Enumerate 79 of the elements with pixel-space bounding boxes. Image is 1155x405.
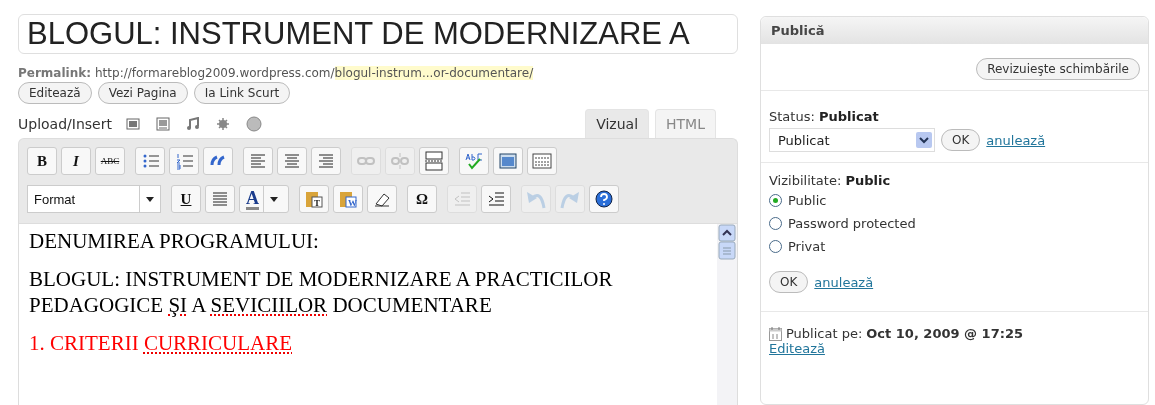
review-changes-button[interactable]: Revizuieşte schimbările [976,58,1140,80]
title-field[interactable]: BLOGUL: INSTRUMENT DE MODERNIZARE A [18,14,738,54]
permalink-button[interactable]: Ia Link Scurt [193,82,291,104]
radio-label[interactable]: Public [788,190,827,211]
align-right-icon [316,151,336,171]
page-break-button[interactable] [419,147,449,175]
star-burst-icon[interactable] [215,117,230,131]
format-button[interactable]: I [61,147,91,175]
radio-button[interactable] [769,217,782,230]
content-paragraph: DENUMIREA PROGRAMULUI: [29,228,320,254]
text-color-button[interactable]: A [239,185,289,213]
numbered-list-icon [174,151,194,171]
edit-date-link[interactable]: Editează [769,341,825,356]
cancel-link[interactable]: anulează [986,132,1046,148]
upload-insert-label: Upload/Insert [18,116,112,134]
content-paragraph: BLOGUL: INSTRUMENT DE MODERNIZARE A PRACTICILOR PEDAGOGICE ŞI A SEVICIILOR DOCUMENTARE [29,266,614,318]
align-center-icon [282,151,302,171]
calendar-icon [769,326,782,341]
content-paragraph: 1. CRITERII CURRICULARE [29,330,294,356]
published-label: Publicat pe: [786,326,863,341]
undo-icon [526,189,546,209]
permalink-button[interactable]: Editează [18,82,92,104]
paste-text-button[interactable]: T [299,185,329,213]
permalink-slug[interactable]: blogul-instrum...or-documentare/ [334,66,534,80]
caret-icon [269,195,279,203]
status-dropdown[interactable]: Publicat [769,128,935,152]
radio-label[interactable]: Password protected [788,213,916,234]
scrollbar-drawing [718,224,736,260]
paste-word-button[interactable]: W [333,185,363,213]
eraser-button[interactable] [367,185,397,213]
format-button[interactable]: ABC [95,147,125,175]
published-date: Oct 10, 2009 @ 17:25 [866,326,1023,341]
justify-icon [210,189,230,209]
spellcheck-icon [464,151,484,171]
quote-button[interactable] [203,147,233,175]
page-break-icon [424,151,444,171]
visibility-value: Public [845,173,891,188]
toolbar-toggle-icon [532,151,552,171]
align-left-button[interactable] [243,147,273,175]
cancel-link[interactable]: anulează [814,274,874,290]
redo-icon [560,189,580,209]
ok-button[interactable]: OK [769,271,809,293]
editor-tab[interactable]: Vizual [585,109,650,138]
justify-button[interactable] [205,185,235,213]
status-label: Status: [769,109,816,124]
align-left-icon [248,151,268,171]
status-value: Publicat [818,109,879,124]
fullscreen-button[interactable] [493,147,523,175]
align-right-button[interactable] [311,147,341,175]
format-button[interactable]: B [27,147,57,175]
toolbar-toggle-button[interactable] [527,147,557,175]
caret-icon [145,195,155,203]
format-button[interactable]: Ω [407,185,437,213]
format-button[interactable]: U [171,185,201,213]
radio-button[interactable] [769,194,782,207]
video-icon[interactable] [155,117,170,131]
circle-icon[interactable] [245,116,262,132]
align-center-button[interactable] [277,147,307,175]
spellcheck-button[interactable] [459,147,489,175]
image-icon[interactable] [125,117,140,131]
outdent-icon [452,189,472,209]
panel-title: Publică [761,17,1148,44]
indent-icon [486,189,506,209]
format-dropdown[interactable]: Format [27,185,161,213]
permalink-button[interactable]: Vezi Pagina [97,82,188,104]
help-button[interactable] [589,185,619,213]
permalink-label: Permalink: [18,66,91,80]
indent-button[interactable] [481,185,511,213]
bulleted-list-button[interactable] [135,147,165,175]
music-note-icon[interactable] [185,117,200,131]
radio-label[interactable]: Privat [788,236,826,257]
broken-chain-icon [390,151,410,171]
visibility-label: Vizibilitate: [769,173,843,188]
help-icon [594,189,614,209]
numbered-list-button[interactable] [169,147,199,175]
fullscreen-icon [498,151,518,171]
permalink-url: http://formareblog2009.wordpress.com/ [95,66,335,80]
radio-button[interactable] [769,240,782,253]
ok-button[interactable]: OK [941,129,981,151]
